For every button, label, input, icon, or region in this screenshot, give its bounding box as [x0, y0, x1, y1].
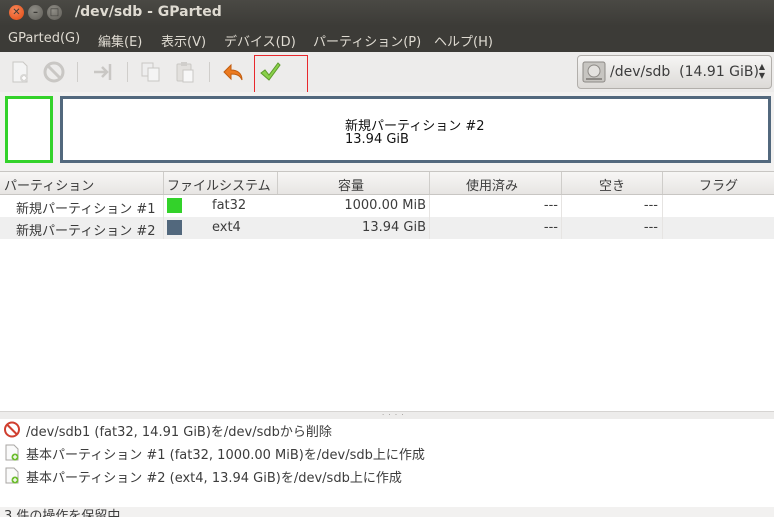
row-divider [429, 195, 430, 217]
table-header: パーティション ファイルシステム 容量 使用済み 空き フラグ [0, 172, 774, 195]
col-size[interactable]: 容量 [338, 175, 364, 194]
col-partition[interactable]: パーティション [4, 175, 94, 194]
list-item[interactable]: /dev/sdb1 (fat32, 14.91 GiB)を/dev/sdbから削… [0, 419, 774, 441]
cell-filesystem: ext4 [212, 220, 241, 235]
row-divider [163, 195, 164, 217]
col-flags[interactable]: フラグ [699, 175, 738, 194]
cell-unused: --- [643, 220, 658, 235]
operation-text: 基本パーティション #1 (fat32, 1000.00 MiB)を/dev/s… [26, 448, 425, 463]
status-bar: 3 件の操作を保留中 [0, 507, 774, 517]
toolbar-separator [127, 62, 128, 82]
column-divider [429, 172, 430, 194]
resize-move-icon [94, 64, 112, 80]
copy-button[interactable] [137, 58, 165, 86]
grip-icon: · · · · [382, 411, 405, 419]
cell-partition: 新規パーティション #1 [16, 202, 156, 217]
menu-view[interactable]: 表示(V) [161, 31, 206, 50]
menu-device[interactable]: デバイス(D) [224, 31, 296, 50]
col-filesystem[interactable]: ファイルシステム [167, 175, 271, 194]
undo-icon [223, 63, 243, 81]
toolbar-separator [77, 62, 78, 82]
column-divider [277, 172, 278, 194]
resize-move-button[interactable] [89, 58, 117, 86]
cell-used: --- [543, 198, 558, 213]
row-divider [561, 217, 562, 239]
close-window-button[interactable]: ✕ [9, 5, 24, 20]
new-partition-icon [5, 444, 19, 461]
paste-button[interactable] [171, 58, 199, 86]
new-partition-icon [12, 61, 28, 83]
toolbar-separator [209, 62, 210, 82]
filesystem-color-swatch [167, 198, 182, 213]
table-row[interactable]: 新規パーティション #1 fat32 1000.00 MiB --- --- [0, 195, 774, 217]
disk-icon [582, 61, 606, 83]
maximize-icon: □ [49, 7, 60, 18]
operation-text: /dev/sdb1 (fat32, 14.91 GiB)を/dev/sdbから削… [26, 425, 332, 440]
maximize-window-button[interactable]: □ [47, 5, 62, 20]
title-bar: ✕ – □ /dev/sdb - GParted [0, 0, 774, 26]
pending-operations-list: /dev/sdb1 (fat32, 14.91 GiB)を/dev/sdbから削… [0, 419, 774, 507]
menu-partition[interactable]: パーティション(P) [313, 31, 421, 50]
cell-unused: --- [643, 198, 658, 213]
column-divider [163, 172, 164, 194]
menu-gparted[interactable]: GParted(G) [8, 31, 80, 46]
cell-partition: 新規パーティション #2 [16, 224, 156, 239]
menu-bar: GParted(G) 編集(E) 表示(V) デバイス(D) パーティション(P… [0, 26, 774, 52]
menu-edit[interactable]: 編集(E) [98, 31, 142, 50]
cell-filesystem: fat32 [212, 198, 247, 213]
operation-text: 基本パーティション #2 (ext4, 13.94 GiB)を/dev/sdb上… [26, 471, 402, 486]
partition-table: パーティション ファイルシステム 容量 使用済み 空き フラグ 新規パーティショ… [0, 171, 774, 412]
column-divider [561, 172, 562, 194]
new-partition-button[interactable] [6, 58, 34, 86]
status-text: 3 件の操作を保留中 [4, 509, 121, 517]
delete-icon [43, 61, 65, 83]
col-unused[interactable]: 空き [599, 175, 625, 194]
col-used[interactable]: 使用済み [466, 175, 518, 194]
row-divider [163, 217, 164, 239]
partition-map-block-2[interactable]: 新規パーティション #2 13.94 GiB [60, 96, 771, 163]
close-icon: ✕ [12, 7, 21, 18]
copy-icon [141, 62, 160, 82]
list-item[interactable]: 基本パーティション #1 (fat32, 1000.00 MiB)を/dev/s… [0, 442, 774, 464]
cell-size: 1000.00 MiB [344, 198, 426, 213]
partition-map-block-1[interactable] [5, 96, 53, 163]
device-selector-label: /dev/sdb (14.91 GiB) [610, 64, 759, 80]
delete-partition-button[interactable] [40, 58, 68, 86]
paste-icon [176, 62, 194, 83]
row-divider [662, 217, 663, 239]
spin-arrows-icon: ▲ ▼ [758, 62, 765, 80]
table-row[interactable]: 新規パーティション #2 ext4 13.94 GiB --- --- [0, 217, 774, 239]
minimize-icon: – [33, 7, 38, 18]
partition-map-selected-size: 13.94 GiB [345, 132, 409, 147]
row-divider [662, 195, 663, 217]
menu-help[interactable]: ヘルプ(H) [434, 31, 493, 50]
list-item[interactable]: 基本パーティション #2 (ext4, 13.94 GiB)を/dev/sdb上… [0, 465, 774, 487]
delete-icon [4, 421, 20, 438]
filesystem-color-swatch [167, 220, 182, 235]
undo-button[interactable] [220, 58, 248, 86]
window-title: /dev/sdb - GParted [75, 4, 222, 20]
row-divider [429, 217, 430, 239]
device-selector[interactable]: /dev/sdb (14.91 GiB) ▲ ▼ [577, 55, 772, 89]
minimize-window-button[interactable]: – [28, 5, 43, 20]
cell-size: 13.94 GiB [362, 220, 426, 235]
cell-used: --- [543, 220, 558, 235]
new-partition-icon [5, 467, 19, 484]
column-divider [662, 172, 663, 194]
row-divider [561, 195, 562, 217]
